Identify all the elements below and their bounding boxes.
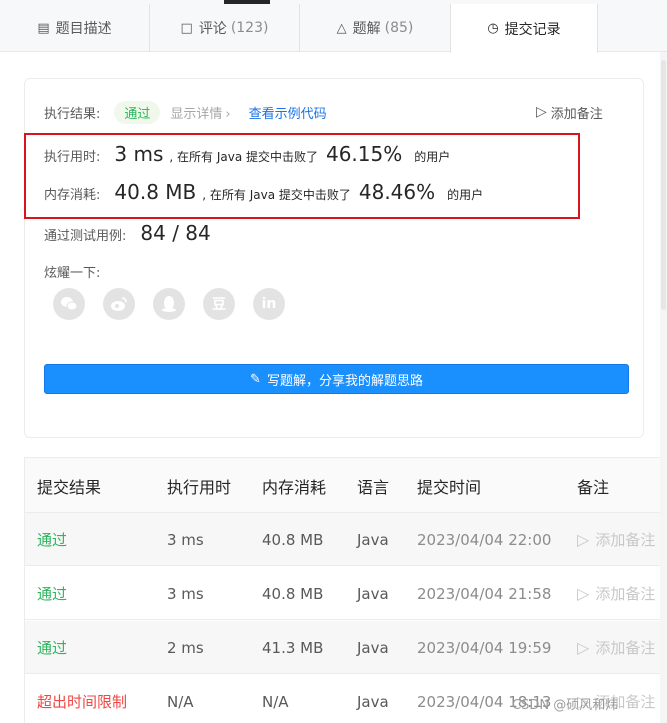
submissions-table: 提交结果 执行用时 内存消耗 语言 提交时间 备注 通过 3 ms 40.8 M… (24, 457, 660, 723)
table-row[interactable]: 通过 2 ms 41.3 MB Java 2023/04/04 19:59 ▷ 添… (25, 621, 660, 674)
linkedin-glyph: in (261, 296, 277, 312)
row-status[interactable]: 通过 (37, 621, 67, 674)
table-header: 提交结果 执行用时 内存消耗 语言 提交时间 备注 (25, 458, 660, 513)
row-status[interactable]: 超出时间限制 (37, 675, 127, 723)
vertical-scrollbar[interactable] (660, 52, 667, 723)
row-memory: N/A (262, 692, 289, 711)
header-status[interactable]: 提交结果 (37, 458, 101, 513)
runtime-beat-text: , 在所有 Java 提交中击败了 (169, 150, 318, 164)
qq-glyph (162, 296, 176, 312)
tab-bar: ▤ 题目描述 □ 评论 (123) △ 题解 (85) ◷ 提交记录 (0, 0, 667, 53)
tab-submissions[interactable]: ◷ 提交记录 (450, 4, 598, 53)
weibo-icon[interactable] (103, 288, 135, 320)
memory-percent: 48.46% (358, 180, 436, 204)
row-memory: 40.8 MB (262, 584, 324, 603)
douban-glyph: 豆 (212, 297, 226, 313)
memory-beat-text: , 在所有 Java 提交中击败了 (202, 188, 351, 202)
scrollbar-thumb[interactable] (661, 60, 666, 310)
tab-label: 题目描述 (55, 21, 112, 37)
runtime-users-text: 的用户 (414, 150, 451, 164)
runtime-stat: 执行用时: 3 ms , 在所有 Java 提交中击败了 46.15% 的用户 (44, 142, 450, 166)
pencil-icon: ✎ (250, 371, 261, 387)
sample-code-link[interactable]: 查看示例代码 (249, 103, 327, 122)
linkedin-icon[interactable]: in (253, 288, 285, 320)
tab-label: 评论 (198, 21, 227, 37)
row-add-note[interactable]: ▷ 添加备注 (577, 621, 655, 674)
flag-icon: ▷ (577, 638, 590, 657)
header-note: 备注 (577, 477, 610, 497)
result-label: 执行结果: (44, 106, 101, 122)
show-details-link[interactable]: 显示详情 › (170, 103, 230, 122)
watermark: CSDN @硕风和炜 (512, 698, 619, 713)
add-note-button[interactable]: ▷ 添加备注 (536, 100, 603, 124)
douban-icon[interactable]: 豆 (203, 288, 235, 320)
row-runtime: 3 ms (167, 530, 204, 549)
status-badge: 通过 (114, 100, 161, 124)
header-runtime[interactable]: 执行用时 (167, 458, 231, 513)
memory-label: 内存消耗: (44, 188, 101, 203)
row-time: 2023/04/04 22:00 (417, 530, 552, 549)
tests-stat: 通过测试用例: 84 / 84 (44, 221, 211, 245)
add-note-label: 添加备注 (550, 106, 603, 122)
result-row: 执行结果: 通过 显示详情 › 查看示例代码 (44, 100, 327, 124)
row-note-label: 添加备注 (595, 639, 656, 657)
runtime-value: 3 ms (114, 142, 164, 166)
show-details-text: 显示详情 (170, 106, 223, 122)
row-language: Java (357, 638, 389, 657)
tab-label: 提交记录 (504, 21, 561, 38)
tests-label: 通过测试用例: (44, 229, 127, 244)
row-add-note[interactable]: ▷ 添加备注 (577, 513, 655, 566)
row-language: Java (357, 530, 389, 549)
tab-count: (123) (230, 20, 269, 36)
wechat-icon[interactable] (53, 288, 85, 320)
tab-description[interactable]: ▤ 题目描述 (0, 4, 150, 52)
row-note-label: 添加备注 (595, 531, 656, 549)
header-language[interactable]: 语言 (357, 458, 389, 513)
tab-comments[interactable]: □ 评论 (123) (150, 4, 300, 52)
row-status[interactable]: 通过 (37, 567, 67, 620)
write-solution-label: 写题解，分享我的解题思路 (266, 373, 423, 389)
row-runtime: 2 ms (167, 638, 204, 657)
wechat-glyph (61, 297, 78, 311)
row-time: 2023/04/04 21:58 (417, 584, 552, 603)
description-icon: ▤ (37, 20, 50, 36)
row-note-label: 添加备注 (595, 585, 656, 603)
row-add-note[interactable]: ▷ 添加备注 (577, 567, 655, 620)
tab-count: (85) (384, 20, 414, 36)
flag-icon: ▷ (577, 530, 590, 549)
memory-stat: 内存消耗: 40.8 MB , 在所有 Java 提交中击败了 48.46% 的… (44, 180, 483, 204)
weibo-glyph (111, 297, 127, 311)
table-row[interactable]: 通过 3 ms 40.8 MB Java 2023/04/04 22:00 ▷ 添… (25, 513, 660, 566)
runtime-percent: 46.15% (325, 142, 403, 166)
comment-icon: □ (180, 20, 193, 36)
write-solution-button[interactable]: ✎ 写题解，分享我的解题思路 (44, 364, 629, 394)
row-runtime: 3 ms (167, 584, 204, 603)
flag-icon: ▷ (536, 104, 547, 120)
clock-icon: ◷ (487, 21, 499, 36)
flask-icon: △ (336, 20, 347, 36)
table-row[interactable]: 通过 3 ms 40.8 MB Java 2023/04/04 21:58 ▷ 添… (25, 567, 660, 620)
runtime-label: 执行用时: (44, 150, 101, 165)
row-runtime: N/A (167, 692, 194, 711)
memory-users-text: 的用户 (447, 188, 484, 202)
row-language: Java (357, 584, 389, 603)
tab-solutions[interactable]: △ 题解 (85) (300, 4, 450, 52)
row-memory: 40.8 MB (262, 530, 324, 549)
row-status[interactable]: 通过 (37, 513, 67, 566)
row-time: 2023/04/04 19:59 (417, 638, 552, 657)
header-time[interactable]: 提交时间 (417, 458, 481, 513)
flag-icon: ▷ (577, 584, 590, 603)
qq-icon[interactable] (153, 288, 185, 320)
row-language: Java (357, 692, 389, 711)
memory-value: 40.8 MB (114, 180, 197, 204)
share-label: 炫耀一下: (44, 266, 101, 281)
chevron-right-icon: › (225, 106, 231, 122)
header-memory[interactable]: 内存消耗 (262, 458, 326, 513)
tab-label: 题解 (352, 21, 381, 37)
row-memory: 41.3 MB (262, 638, 324, 657)
tests-value: 84 / 84 (140, 221, 211, 245)
